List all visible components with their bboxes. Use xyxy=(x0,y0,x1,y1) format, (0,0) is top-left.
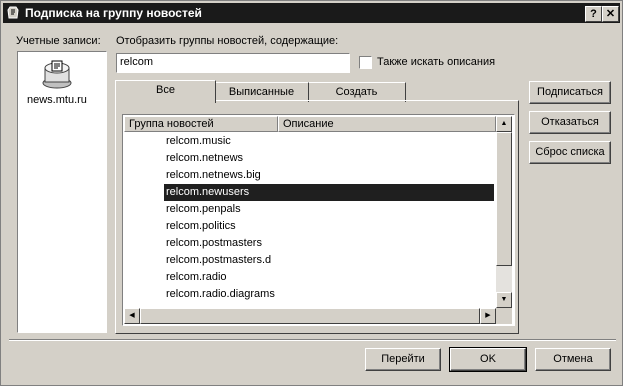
title-bar[interactable]: Подписка на группу новостей ? ✕ xyxy=(3,3,620,23)
horizontal-scrollbar[interactable]: ◀ ▶ xyxy=(124,308,496,324)
goto-button[interactable]: Перейти xyxy=(365,348,441,371)
cancel-button[interactable]: Отмена xyxy=(535,348,611,371)
news-server-icon xyxy=(42,60,72,89)
list-item-selected[interactable]: relcom.newusers xyxy=(164,184,494,201)
filter-label: Отобразить группы новостей, содержащие: xyxy=(116,35,339,47)
list-item[interactable]: relcom.postmasters.d xyxy=(164,252,494,269)
column-header-group[interactable]: Группа новостей xyxy=(124,116,278,132)
vertical-scrollbar[interactable]: ▲ ▼ xyxy=(496,116,512,308)
footer-separator xyxy=(9,339,616,341)
newsgroup-list[interactable]: Группа новостей Описание relcom.music re… xyxy=(122,114,515,326)
subscribe-button[interactable]: Подписаться xyxy=(529,81,611,104)
list-item[interactable]: relcom.postmasters xyxy=(164,235,494,252)
tab-all[interactable]: Все xyxy=(115,80,216,103)
ok-button[interactable]: OK xyxy=(449,347,527,372)
search-descriptions-checkbox[interactable] xyxy=(359,56,372,69)
dialog-window: Подписка на группу новостей ? ✕ Учетные … xyxy=(0,0,623,386)
search-descriptions-label[interactable]: Также искать описания xyxy=(377,56,495,68)
unsubscribe-button[interactable]: Отказаться xyxy=(529,111,611,134)
column-header-description[interactable]: Описание xyxy=(278,116,496,132)
accounts-list[interactable]: news.mtu.ru xyxy=(17,51,107,333)
scrollbar-corner xyxy=(496,308,512,324)
horizontal-scroll-thumb[interactable] xyxy=(140,308,480,324)
close-button[interactable]: ✕ xyxy=(602,6,619,22)
account-item[interactable]: news.mtu.ru xyxy=(18,56,106,112)
list-item[interactable]: relcom.netnews.big xyxy=(164,167,494,184)
newsgroup-app-icon xyxy=(7,6,19,19)
account-name: news.mtu.ru xyxy=(27,94,87,106)
list-item[interactable]: relcom.radio.diagrams xyxy=(164,286,494,303)
list-item[interactable]: relcom.netnews xyxy=(164,150,494,167)
tab-create[interactable]: Создать xyxy=(307,82,406,102)
vertical-scroll-thumb[interactable] xyxy=(496,132,512,266)
filter-input-wrap xyxy=(116,53,350,73)
filter-input[interactable] xyxy=(117,54,348,70)
list-item[interactable]: relcom.politics xyxy=(164,218,494,235)
tab-subscribed[interactable]: Выписанные xyxy=(214,82,309,102)
scroll-down-button[interactable]: ▼ xyxy=(496,292,512,308)
list-item[interactable]: relcom.music xyxy=(164,133,494,150)
scroll-up-button[interactable]: ▲ xyxy=(496,116,512,132)
scroll-left-button[interactable]: ◀ xyxy=(124,308,140,324)
accounts-label: Учетные записи: xyxy=(16,35,101,47)
list-item[interactable]: relcom.radio xyxy=(164,269,494,286)
scroll-right-button[interactable]: ▶ xyxy=(480,308,496,324)
reset-list-button[interactable]: Сброс списка xyxy=(529,141,611,164)
window-title: Подписка на группу новостей xyxy=(25,6,202,20)
list-item[interactable]: relcom.penpals xyxy=(164,201,494,218)
help-button[interactable]: ? xyxy=(585,6,602,22)
